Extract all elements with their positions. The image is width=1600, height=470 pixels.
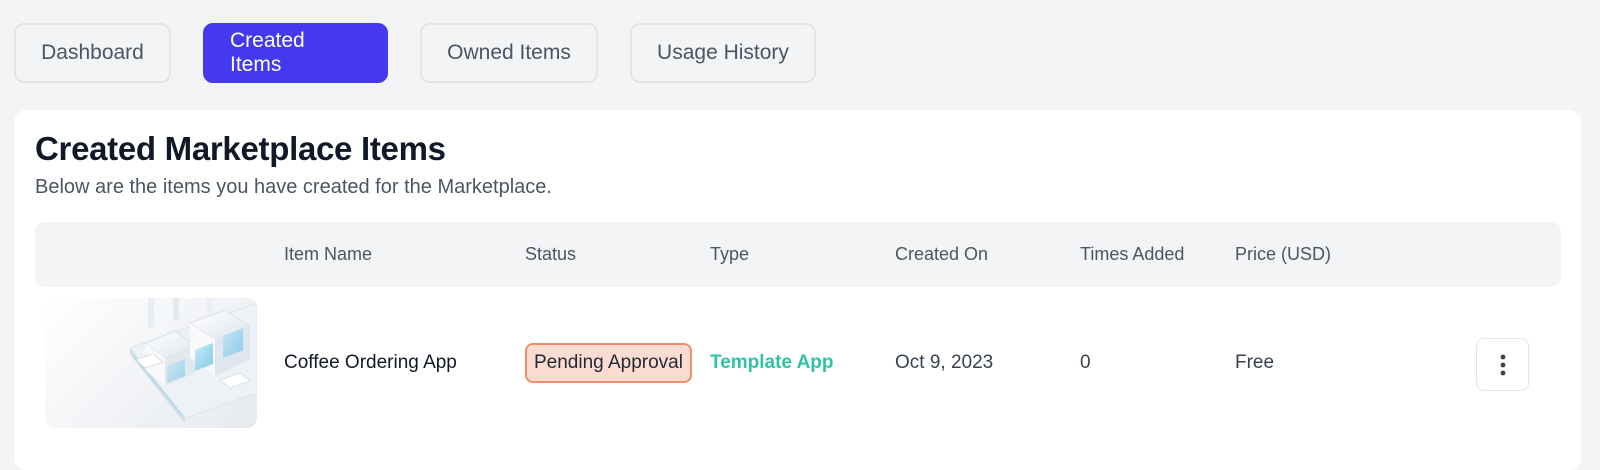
row-actions-button[interactable] xyxy=(1476,338,1529,391)
column-header-created-on[interactable]: Created On xyxy=(895,222,988,287)
table-row[interactable]: Coffee Ordering App Pending Approval Tem… xyxy=(35,298,1561,428)
created-on: Oct 9, 2023 xyxy=(895,352,994,373)
item-type-link[interactable]: Template App xyxy=(710,352,834,374)
item-thumbnail[interactable] xyxy=(45,298,257,428)
times-added: 0 xyxy=(1080,352,1091,373)
tab-usage-history[interactable]: Usage History xyxy=(630,23,816,83)
tab-dashboard[interactable]: Dashboard xyxy=(14,23,171,83)
page-subtitle: Below are the items you have created for… xyxy=(35,176,552,198)
more-vertical-icon xyxy=(1500,354,1505,375)
price: Free xyxy=(1235,352,1275,373)
table-header: Item Name Status Type Created On Times A… xyxy=(35,222,1561,287)
column-header-status[interactable]: Status xyxy=(525,222,576,287)
type-cell: Template App xyxy=(710,298,834,428)
column-header-item-name[interactable]: Item Name xyxy=(284,222,372,287)
column-header-times-added[interactable]: Times Added xyxy=(1080,222,1184,287)
status-cell: Pending Approval xyxy=(525,298,692,428)
created-items-card: Created Marketplace Items Below are the … xyxy=(14,110,1581,470)
isometric-building-thumbnail xyxy=(129,298,257,424)
item-name[interactable]: Coffee Ordering App xyxy=(284,298,457,428)
column-header-type[interactable]: Type xyxy=(710,222,749,287)
column-header-price[interactable]: Price (USD) xyxy=(1235,222,1331,287)
tab-created-items[interactable]: Created Items xyxy=(203,23,388,83)
tab-bar: Dashboard Created Items Owned Items Usag… xyxy=(14,23,816,83)
tab-owned-items[interactable]: Owned Items xyxy=(420,23,598,83)
page-title: Created Marketplace Items xyxy=(35,130,446,167)
status-badge: Pending Approval xyxy=(525,343,692,383)
